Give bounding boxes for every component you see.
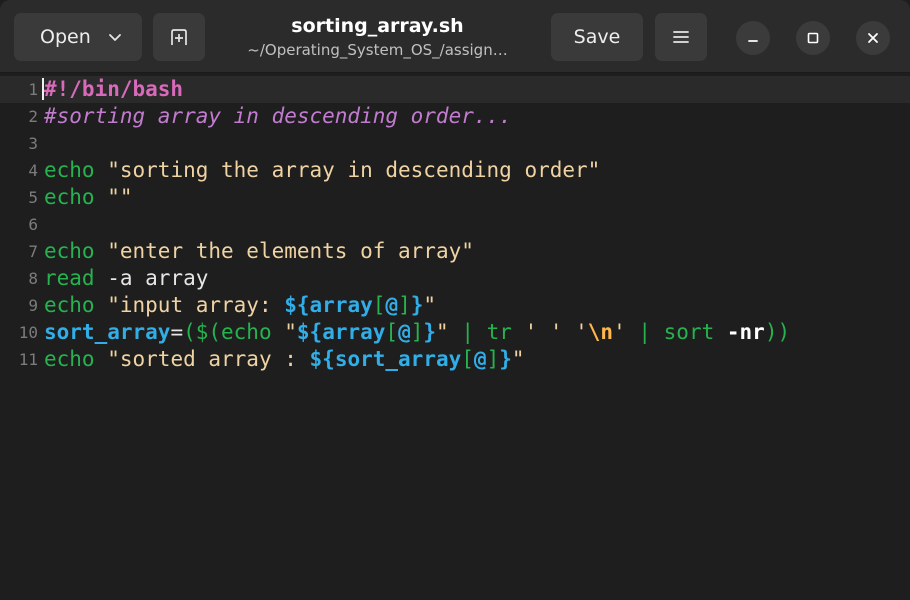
code-token: ]	[486, 347, 500, 371]
line-number: 8	[28, 269, 38, 288]
code-token: echo	[44, 185, 95, 209]
code-token: ${array	[296, 320, 386, 344]
code-token: \n	[587, 320, 614, 344]
new-tab-button[interactable]	[153, 13, 205, 61]
code-token: "input array:	[107, 293, 285, 317]
save-button[interactable]: Save	[551, 13, 643, 61]
code-token: sort_array	[44, 320, 171, 344]
code-token: ]	[398, 293, 411, 317]
code-token: @	[473, 347, 487, 371]
code-token: }	[410, 293, 424, 317]
code-editor[interactable]: 1 2 3 4 5 6 7 8 9 10 11 #!/bin/bash #sorting array …	[0, 73, 910, 600]
code-token: }	[423, 320, 437, 344]
code-line: sort_array=($(echo "${array[@]}" | tr ' …	[44, 319, 910, 346]
code-token: '	[613, 320, 626, 344]
code-token: "sorting the array in descending order"	[107, 158, 601, 182]
code-token: ${array	[284, 293, 373, 317]
chevron-down-icon	[109, 34, 121, 41]
code-token: echo	[44, 347, 95, 371]
code-line: echo ""	[44, 184, 910, 211]
code-line: echo "sorting the array in descending or…	[44, 157, 910, 184]
code-token: echo	[44, 158, 95, 182]
code-token: @	[398, 320, 411, 344]
code-line: ​	[44, 130, 910, 157]
code-line: echo "input array: ${array[@]}"	[44, 292, 910, 319]
code-token: read	[44, 266, 95, 290]
maximize-icon	[807, 32, 819, 44]
code-token: "sorted array :	[107, 347, 310, 371]
code-line: ​	[44, 211, 910, 238]
line-number: 7	[28, 242, 38, 261]
code-token: @	[385, 293, 399, 317]
line-number: 2	[28, 107, 38, 126]
code-token: ${sort_array	[309, 347, 462, 371]
code-token: =	[170, 320, 184, 344]
code-token: [	[461, 347, 474, 371]
code-token: "	[511, 347, 525, 371]
main-menu-button[interactable]	[655, 13, 707, 61]
code-token: -nr	[726, 320, 765, 344]
code-line: read -a array	[44, 265, 910, 292]
code-token: #!/bin/bash	[44, 77, 184, 101]
code-token: ($(echo	[183, 320, 285, 344]
window-subtitle: ~/Operating_System_OS_/assign…	[247, 41, 508, 59]
line-number-gutter: 1 2 3 4 5 6 7 8 9 10 11	[0, 76, 38, 373]
code-token: #sorting array in descending order...	[44, 104, 512, 128]
code-token: "	[284, 320, 297, 344]
code-token: ""	[107, 185, 133, 209]
code-token: echo	[44, 293, 95, 317]
title-area: sorting_array.sh ~/Operating_System_OS_/…	[215, 14, 540, 60]
line-number: 11	[18, 350, 38, 369]
line-number: 5	[28, 188, 38, 207]
code-text-area[interactable]: #!/bin/bash #sorting array in descending …	[42, 76, 910, 373]
code-line: #sorting array in descending order...	[44, 103, 910, 130]
code-line: echo "sorted array : ${sort_array[@]}"	[44, 346, 910, 373]
code-line: #!/bin/bash	[42, 76, 910, 103]
code-line: echo "enter the elements of array"	[44, 238, 910, 265]
code-token: ' ' '	[524, 320, 588, 344]
code-token: [	[385, 320, 399, 344]
code-token: | sort	[625, 320, 727, 344]
window-title: sorting_array.sh	[291, 15, 464, 37]
line-number: 4	[28, 161, 38, 180]
code-token: ))	[764, 320, 791, 344]
code-token: -a array	[94, 266, 209, 290]
maximize-button[interactable]	[796, 21, 830, 55]
save-button-label: Save	[573, 26, 621, 48]
code-token: "	[436, 320, 449, 344]
line-number: 3	[28, 134, 38, 153]
line-number: 6	[28, 215, 38, 234]
code-token: [	[372, 293, 386, 317]
code-token: "	[423, 293, 437, 317]
new-tab-icon	[171, 29, 187, 45]
hamburger-menu-icon	[673, 31, 689, 43]
code-token: }	[499, 347, 512, 371]
minimize-icon	[748, 40, 758, 42]
close-icon	[868, 33, 878, 43]
code-token: echo	[44, 239, 95, 263]
line-number: 10	[18, 323, 38, 342]
code-token: "enter the elements of array"	[107, 239, 474, 263]
code-token: ]	[410, 320, 424, 344]
header-bar: Open sorting_array.sh ~/Operating_System…	[0, 0, 910, 73]
minimize-button[interactable]	[736, 21, 770, 55]
line-number: 1	[28, 80, 38, 99]
open-button[interactable]: Open	[14, 13, 142, 61]
line-number: 9	[28, 296, 38, 315]
code-token: | tr	[448, 320, 525, 344]
open-button-label: Open	[40, 26, 91, 48]
text-editor-window: Open sorting_array.sh ~/Operating_System…	[0, 0, 910, 600]
close-button[interactable]	[856, 21, 890, 55]
